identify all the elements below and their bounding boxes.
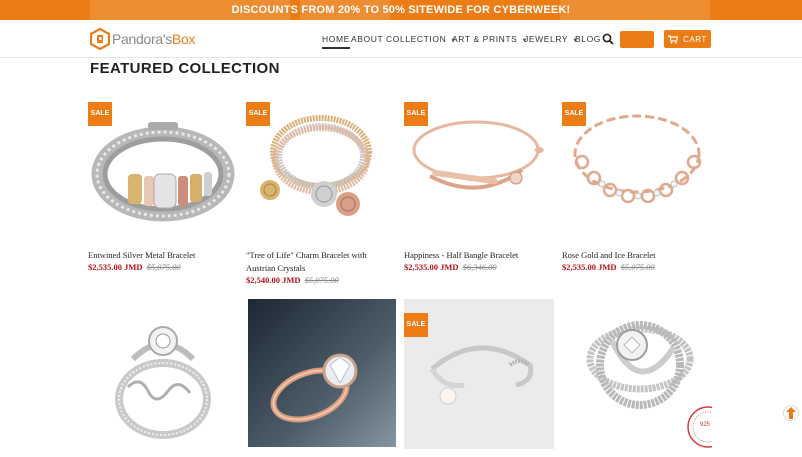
product-image[interactable] [88,299,238,449]
sale-badge: SALE [562,102,586,126]
sale-badge: SALE [404,313,428,337]
announcement-text: DISCOUNTS FROM 20% TO 50% SITEWIDE FOR C… [231,4,571,16]
arrow-up-icon [786,407,796,419]
product-name[interactable]: "Tree of Life" Charm Bracelet with Austr… [246,249,386,275]
product-price: $2,535.00 JMD $6,346.00 [404,262,497,272]
cart-label: CART [683,34,707,44]
nav-about[interactable]: ABOUT [351,34,383,44]
sale-badge: SALE [404,102,428,126]
site-header: Pandora'sBox HOME ABOUT COLLECTION ▼ ART … [0,20,802,58]
logo-text: Pandora'sBox [112,31,196,47]
seal-text: 925 [700,422,711,428]
cart-icon [668,34,679,44]
product-price: $2,535.00 JMD $5,075.00 [88,262,181,272]
product-name[interactable]: Happiness - Half Bangle Bracelet [404,249,554,262]
search-icon[interactable] [602,33,614,45]
nav-art-prints[interactable]: ART & PRINTS ▼ [452,34,528,44]
cart-button[interactable]: CART [664,30,711,48]
scroll-top-button[interactable] [783,405,799,421]
product-name[interactable]: Entwined Silver Metal Bracelet [88,249,238,262]
nav-collection[interactable]: COLLECTION ▼ [386,34,457,44]
product-price: $2,540.00 JMD $5,075.00 [246,275,339,285]
logo[interactable]: Pandora'sBox [90,28,195,50]
product-image[interactable] [248,299,396,447]
announcement-bar: DISCOUNTS FROM 20% TO 50% SITEWIDE FOR C… [0,0,802,20]
section-title: FEATURED COLLECTION [90,60,280,77]
sale-badge: SALE [246,102,270,126]
sale-badge: SALE [88,102,112,126]
nav-home[interactable]: HOME [322,34,350,49]
product-price: $2,535.00 JMD $5,075.00 [562,262,655,272]
nav-blog[interactable]: BLOG [575,34,601,44]
nav-jewelry[interactable]: JEWELRY ▼ [524,34,579,44]
logo-icon [90,28,110,50]
product-name[interactable]: Rose Gold and Ice Bracelet [562,249,712,262]
product-image[interactable]: 925 [562,299,712,449]
account-button[interactable] [620,31,654,48]
